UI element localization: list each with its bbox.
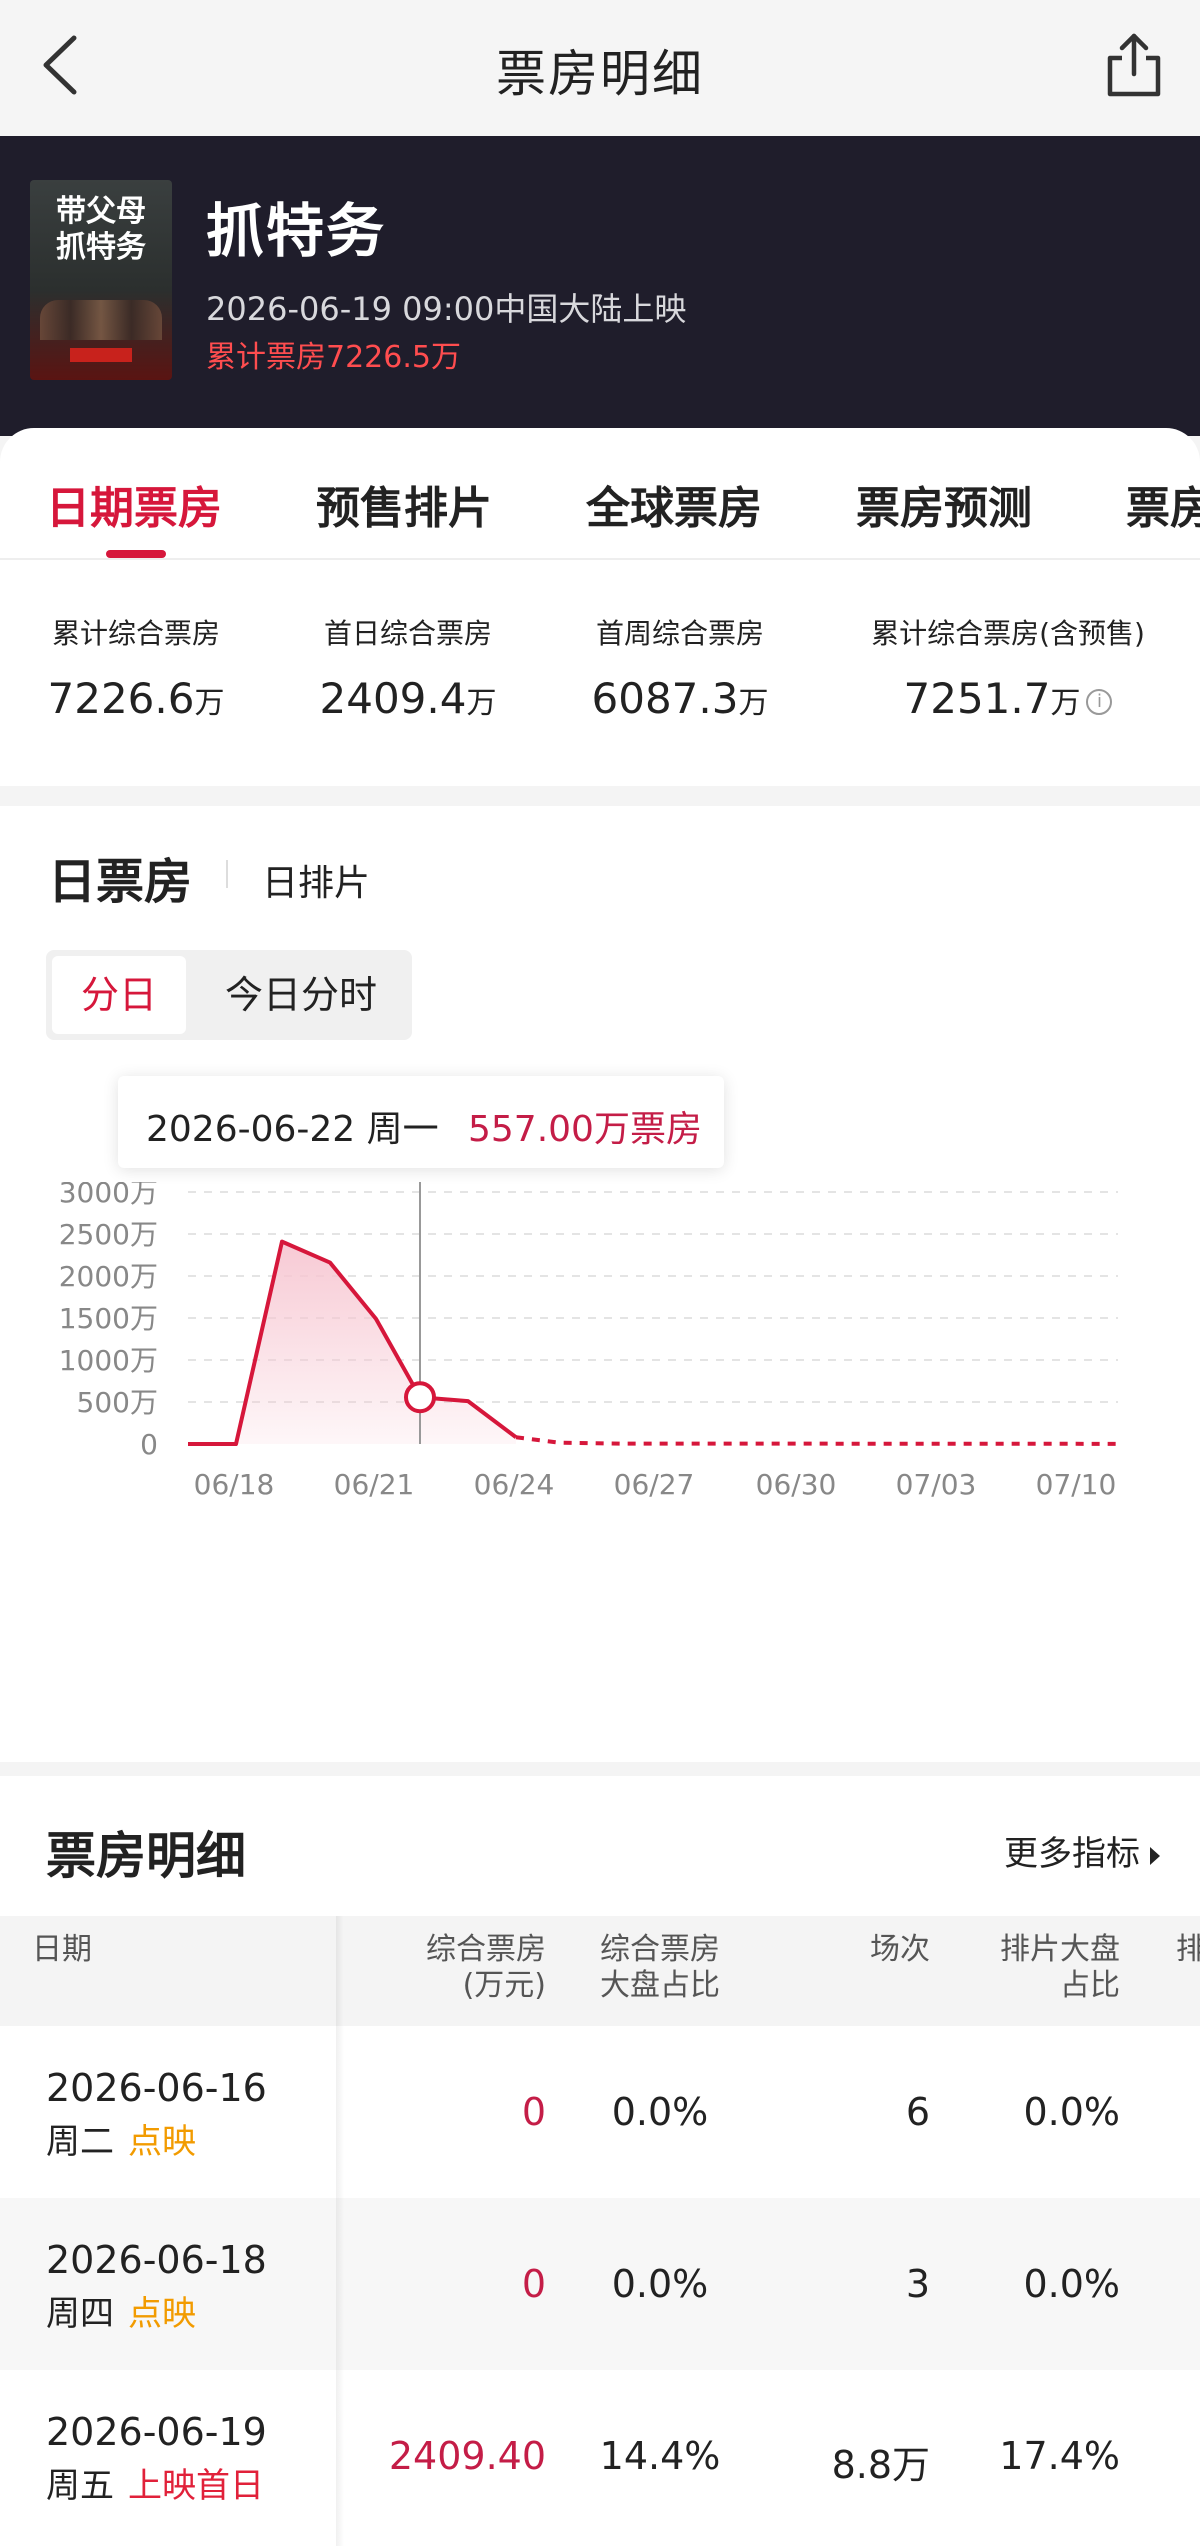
movie-poster[interactable]: 带父母 抓特务	[30, 180, 172, 380]
preview-tag: 点映	[128, 2294, 196, 2334]
y-tick-label: 3000万	[59, 1182, 158, 1209]
stat-value: 2409.4万	[319, 674, 497, 723]
poster-badge	[70, 348, 132, 362]
stat-label: 累计综合票房(含预售)	[871, 617, 1145, 650]
title-divider	[226, 860, 228, 888]
table-row[interactable]: 2026-06-18 周四 点映 0 0.0% 3 0.0%	[0, 2198, 1200, 2370]
row-shows: 3	[905, 2262, 930, 2306]
summary-card: 日期票房 预售排片 全球票房 票房预测 票房 累计综合票房 7226.6万 首日…	[0, 428, 1200, 786]
row-show-share: 0.0%	[1023, 2090, 1120, 2134]
stat-first-week: 首周综合票房 6087.3万	[530, 612, 830, 723]
movie-header: 带父母 抓特务 抓特务 2026-06-19 09:00中国大陆上映 累计票房7…	[0, 136, 1200, 436]
release-info: 2026-06-19 09:00中国大陆上映	[206, 290, 687, 328]
movie-name: 抓特务	[206, 197, 387, 265]
stat-first-day: 首日综合票房 2409.4万	[258, 612, 558, 723]
col-box-share: 综合票房 大盘占比	[600, 1932, 720, 2003]
tab-bar: 日期票房 预售排片 全球票房 票房预测 票房	[0, 428, 1200, 560]
x-tick-label: 07/10	[1036, 1468, 1117, 1501]
x-tick-label: 06/30	[756, 1468, 837, 1501]
top-nav-bar: 票房明细	[0, 0, 1200, 136]
highlight-point	[404, 1381, 436, 1414]
y-tick-label: 2000万	[59, 1260, 158, 1293]
col-date: 日期	[32, 1932, 92, 1967]
segmented-control: 分日 今日分时	[46, 950, 412, 1040]
detail-title: 票房明细	[46, 1827, 246, 1885]
tooltip-value: 557.00万票房	[468, 1109, 702, 1150]
col-shows: 场次	[870, 1932, 930, 1967]
segment-today-hourly[interactable]: 今日分时	[196, 956, 406, 1034]
tab-more[interactable]: 票房	[1126, 472, 1200, 536]
stat-value: 7251.7万 i	[858, 674, 1158, 723]
stat-label: 首周综合票房	[595, 617, 764, 650]
caret-right-icon	[1150, 1846, 1160, 1865]
page-title: 票房明细	[496, 45, 704, 103]
row-box-share: 0.0%	[611, 2262, 709, 2306]
row-shows: 6	[905, 2090, 930, 2134]
stat-label: 首日综合票房	[323, 617, 492, 650]
poster-figures	[40, 300, 162, 340]
col-more: 排	[1176, 1932, 1200, 1967]
preview-tag: 点映	[128, 2122, 196, 2162]
premiere-tag: 上映首日	[128, 2466, 264, 2506]
more-metrics-link[interactable]: 更多指标	[1004, 1826, 1160, 1875]
row-show-share: 0.0%	[1023, 2262, 1120, 2306]
share-icon[interactable]	[1102, 28, 1166, 100]
y-tick-label: 1500万	[59, 1302, 158, 1335]
segment-daily[interactable]: 分日	[52, 956, 186, 1034]
x-tick-label: 06/27	[614, 1468, 695, 1501]
row-box-share: 14.4%	[599, 2434, 721, 2478]
y-tick-label: 1000万	[59, 1344, 158, 1377]
x-tick-label: 07/03	[896, 1468, 977, 1501]
table-row[interactable]: 2026-06-19 周五 上映首日 2409.40 14.4% 8.8万 17.…	[0, 2370, 1200, 2542]
stats-row: 累计综合票房 7226.6万 首日综合票房 2409.4万 首周综合票房 608…	[0, 612, 1200, 752]
row-box-office: 0	[521, 2262, 546, 2306]
stat-value: 7226.6万	[47, 674, 225, 723]
tab-global-box-office[interactable]: 全球票房	[586, 472, 762, 536]
stat-cumulative-with-presale: 累计综合票房(含预售) 7251.7万 i	[858, 612, 1158, 723]
area-fill	[188, 1241, 516, 1444]
row-date: 2026-06-18	[46, 2238, 267, 2282]
daily-box-office-section: 日票房 日排片 分日 今日分时 2026-06-22 周一 557.00万票房 …	[0, 806, 1200, 1762]
active-tab-indicator	[106, 550, 166, 558]
tab-presale-schedule[interactable]: 预售排片	[316, 472, 492, 536]
tab-daily-schedule[interactable]: 日排片	[262, 854, 370, 906]
series-line-forecast	[515, 1435, 1119, 1446]
table-row[interactable]: 2026-06-16 周二 点映 0 0.0% 6 0.0%	[0, 2026, 1200, 2198]
row-box-share: 0.0%	[611, 2090, 709, 2134]
y-tick-label: 500万	[77, 1386, 158, 1419]
row-date: 2026-06-19	[46, 2410, 267, 2454]
x-tick-label: 06/21	[334, 1468, 415, 1501]
info-icon[interactable]: i	[1086, 688, 1113, 715]
poster-title: 带父母 抓特务	[56, 194, 146, 265]
row-weekday: 周四 点映	[46, 2294, 196, 2334]
row-weekday: 周二 点映	[46, 2122, 196, 2162]
y-tick-label: 0	[140, 1428, 158, 1461]
row-box-office: 2409.40	[388, 2434, 546, 2478]
chart-tooltip: 2026-06-22 周一 557.00万票房	[118, 1076, 724, 1168]
tab-date-box-office[interactable]: 日期票房	[46, 472, 222, 536]
table-header: 日期 综合票房 (万元) 综合票房 大盘占比 场次 排片大盘 占比 排	[0, 1916, 1200, 2026]
chart-title: 日票房	[48, 854, 193, 910]
x-tick-label: 06/18	[194, 1468, 275, 1501]
tooltip-date: 2026-06-22 周一	[146, 1109, 439, 1150]
row-weekday: 周五 上映首日	[46, 2466, 264, 2506]
box-office-detail-section: 票房明细 更多指标 日期 综合票房 (万元) 综合票房 大盘占比 场次 排片大盘…	[0, 1776, 1200, 2546]
row-box-office: 0	[521, 2090, 546, 2134]
y-tick-label: 2500万	[59, 1218, 158, 1251]
stat-label: 累计综合票房	[51, 617, 220, 650]
row-date: 2026-06-16	[46, 2066, 267, 2110]
box-office-line-chart[interactable]: 3000万 2500万 2000万 1500万 1000万 500万 0 06/18 06/21…	[0, 1182, 1200, 1512]
sticky-column-shadow	[336, 1916, 344, 2546]
cumulative-box-office: 累计票房7226.5万	[206, 340, 461, 375]
stat-cumulative: 累计综合票房 7226.6万	[0, 612, 286, 723]
col-show-share: 排片大盘 占比	[1000, 1932, 1120, 2003]
stat-value: 6087.3万	[591, 674, 769, 723]
row-shows: 8.8万	[831, 2443, 930, 2487]
x-tick-label: 06/24	[474, 1468, 555, 1501]
tab-box-office-forecast[interactable]: 票房预测	[856, 472, 1032, 536]
row-show-share: 17.4%	[999, 2434, 1120, 2478]
col-box-office: 综合票房 (万元)	[426, 1932, 546, 2003]
